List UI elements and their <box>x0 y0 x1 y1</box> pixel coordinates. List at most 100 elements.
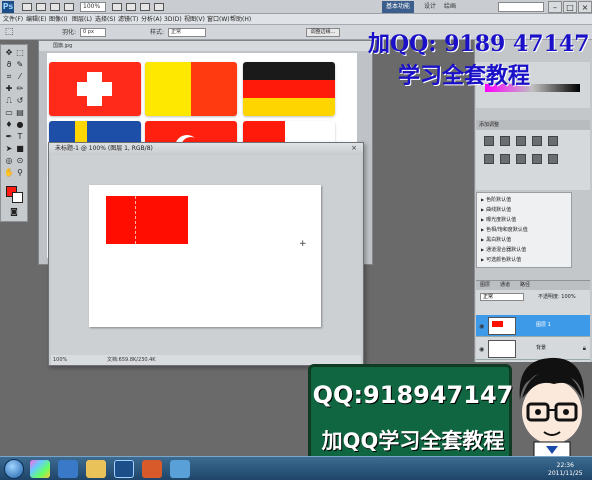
visibility-eye-icon[interactable]: ◉ <box>479 323 484 330</box>
preset-item[interactable]: 可选颜色默认值 <box>481 256 567 264</box>
hand-icon[interactable]: ✋ <box>4 168 14 178</box>
blend-mode-select[interactable]: 正常 <box>480 293 524 301</box>
zoom-tool-icon[interactable] <box>64 3 74 11</box>
path-select-icon[interactable]: ➤ <box>4 144 14 154</box>
history-brush-icon[interactable]: ↺ <box>15 96 25 106</box>
zoom-select[interactable]: 100% <box>80 2 106 12</box>
red-rectangle-shape[interactable] <box>106 196 188 244</box>
view-extras-icon[interactable] <box>50 3 60 11</box>
close-button[interactable]: × <box>578 1 592 13</box>
menu-layer[interactable]: 图层(L) <box>72 14 92 25</box>
dodge-tool-icon[interactable]: ● <box>15 120 25 130</box>
preset-item[interactable]: 色阶默认值 <box>481 196 567 204</box>
brush-tool-icon[interactable]: ✏ <box>15 84 25 94</box>
preset-item[interactable]: 曲线默认值 <box>481 206 567 214</box>
banner-subtitle: 加QQ学习全套教程 <box>321 429 505 453</box>
3d-camera-icon[interactable]: ⊙ <box>15 156 25 166</box>
app-launcher-icon[interactable] <box>30 460 50 478</box>
tab-layers[interactable]: 图层 <box>480 281 490 290</box>
levels-icon[interactable] <box>500 136 510 146</box>
marquee-preset-icon[interactable]: ⬚ <box>4 27 14 37</box>
menu-image[interactable]: 图像(I) <box>49 14 67 25</box>
qq-icon[interactable] <box>170 460 190 478</box>
visibility-eye-icon[interactable]: ◉ <box>479 346 484 353</box>
clock-time: 22:36 <box>556 462 574 469</box>
layer-name: 图层 1 <box>536 322 551 328</box>
rotate-view-icon[interactable] <box>126 3 136 11</box>
eyedropper-icon[interactable]: ⁄ <box>15 72 25 82</box>
bridge-icon[interactable] <box>22 3 32 11</box>
feather-input[interactable]: 0 px <box>80 28 106 37</box>
menu-edit[interactable]: 编辑(E) <box>26 14 46 25</box>
shape-tool-icon[interactable]: ■ <box>15 144 25 154</box>
menu-analysis[interactable]: 分析(A) <box>141 14 162 25</box>
channel-mixer-icon[interactable] <box>548 154 558 164</box>
workspace-essentials[interactable]: 基本功能 <box>382 1 415 13</box>
hue-saturation-icon[interactable] <box>484 154 494 164</box>
crop-tool-icon[interactable]: ⌗ <box>4 72 14 82</box>
menu-filter[interactable]: 滤镜(T) <box>118 14 138 25</box>
document-close-icon[interactable]: × <box>349 144 359 153</box>
color-balance-icon[interactable] <box>500 154 510 164</box>
screen-mode-icon[interactable] <box>154 3 164 11</box>
pen-tool-icon[interactable]: ✒ <box>4 132 14 142</box>
qq-watermark-line2: 学习全套教程 <box>398 63 531 89</box>
menu-help[interactable]: 帮助(H) <box>230 14 251 25</box>
flags-document-title: 国旗.jpg <box>39 41 372 51</box>
canvas-area[interactable]: + <box>51 155 361 355</box>
zoom-icon[interactable]: ⚲ <box>15 168 25 178</box>
gradient-tool-icon[interactable]: ▤ <box>15 108 25 118</box>
opacity-control[interactable]: 不透明度: 100% <box>538 293 576 300</box>
photoshop-taskbar-icon[interactable] <box>114 460 134 478</box>
brightness-icon[interactable] <box>484 136 494 146</box>
type-tool-icon[interactable]: T <box>15 132 25 142</box>
minibridge-icon[interactable] <box>36 3 46 11</box>
menu-3d[interactable]: 3D(D) <box>164 14 182 25</box>
style-select[interactable]: 正常 <box>168 28 206 37</box>
menu-view[interactable]: 视图(V) <box>184 14 205 25</box>
background-color-swatch[interactable] <box>12 192 23 203</box>
system-clock[interactable]: 22:36 2011/11/25 <box>548 462 583 478</box>
start-button-icon[interactable] <box>4 459 24 479</box>
hand-tool-icon[interactable] <box>112 3 122 11</box>
exposure-icon[interactable] <box>532 136 542 146</box>
preset-item[interactable]: 通道混合器默认值 <box>481 246 567 254</box>
healing-brush-icon[interactable]: ✚ <box>4 84 14 94</box>
search-input[interactable] <box>498 2 544 12</box>
explorer-icon[interactable] <box>86 460 106 478</box>
refine-edge-button[interactable]: 调整边缘... <box>306 28 340 37</box>
menu-file[interactable]: 文件(F) <box>3 14 23 25</box>
3d-rotate-icon[interactable]: ◎ <box>4 156 14 166</box>
menu-window[interactable]: 窗口(W) <box>207 14 230 25</box>
quick-mask-icon[interactable]: ◙ <box>9 207 19 217</box>
photo-filter-icon[interactable] <box>532 154 542 164</box>
maximize-button[interactable]: □ <box>563 1 577 13</box>
blur-tool-icon[interactable]: ♦ <box>4 120 14 130</box>
move-tool-icon[interactable]: ✥ <box>4 48 14 58</box>
ie-icon[interactable] <box>58 460 78 478</box>
eraser-tool-icon[interactable]: ▭ <box>4 108 14 118</box>
marquee-tool-icon[interactable]: ⬚ <box>15 48 25 58</box>
tab-channels[interactable]: 通道 <box>500 281 510 290</box>
preset-item[interactable]: 曝光度默认值 <box>481 216 567 224</box>
media-icon[interactable] <box>142 460 162 478</box>
preset-item[interactable]: 黑白默认值 <box>481 236 567 244</box>
vibrance-icon[interactable] <box>548 136 558 146</box>
clone-stamp-icon[interactable]: ⎍ <box>4 96 14 106</box>
menu-select[interactable]: 选择(S) <box>95 14 116 25</box>
curves-icon[interactable] <box>516 136 526 146</box>
preset-item[interactable]: 色相/饱和度默认值 <box>481 226 567 234</box>
tab-paths[interactable]: 路径 <box>520 281 530 290</box>
minimize-button[interactable]: – <box>548 1 562 13</box>
lasso-tool-icon[interactable]: ϑ <box>4 60 14 70</box>
selection-guide <box>135 196 136 244</box>
new-document-window[interactable]: 未标题-1 @ 100% (图层 1, RGB/8) × + 100% 文档:6… <box>48 142 364 366</box>
status-zoom[interactable]: 100% <box>53 355 67 365</box>
layer-row-layer1[interactable]: ◉ 图层 1 <box>476 315 590 337</box>
arrange-documents-icon[interactable] <box>140 3 150 11</box>
workspace-design[interactable]: 设计 <box>420 1 440 13</box>
document-canvas[interactable]: + <box>89 185 321 327</box>
quick-select-icon[interactable]: ✎ <box>15 60 25 70</box>
black-white-icon[interactable] <box>516 154 526 164</box>
workspace-painting[interactable]: 绘画 <box>440 1 460 13</box>
